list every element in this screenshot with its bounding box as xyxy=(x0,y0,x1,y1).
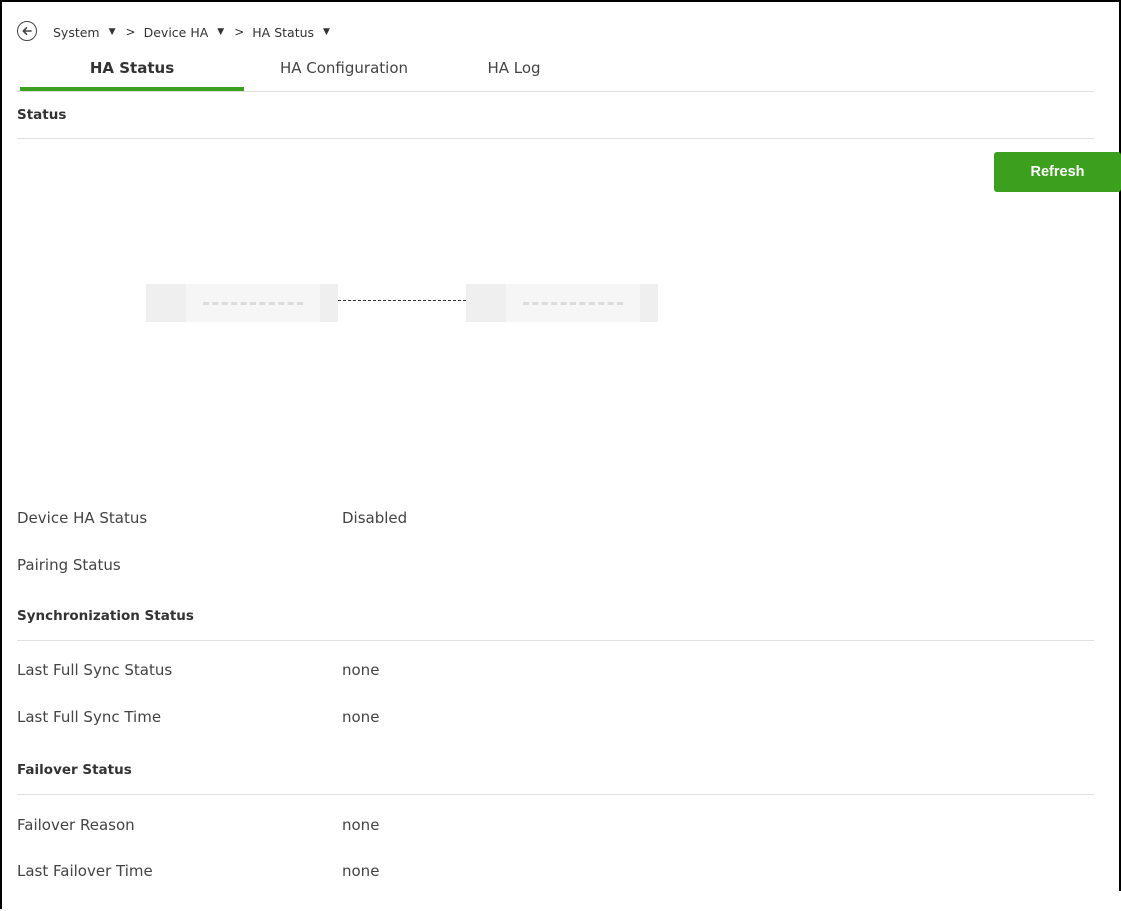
breadcrumb-device-ha[interactable]: Device HA ▼ xyxy=(144,25,225,40)
failover-reason-label: Failover Reason xyxy=(17,816,135,834)
breadcrumb-separator: > xyxy=(125,25,136,39)
section-title-status: Status xyxy=(17,107,67,123)
device-node-primary-body xyxy=(186,284,320,322)
breadcrumb-separator: > xyxy=(234,25,245,39)
device-node-secondary-body xyxy=(506,284,640,322)
caret-down-icon: ▼ xyxy=(108,27,116,37)
caret-down-icon: ▼ xyxy=(217,27,225,37)
section-divider xyxy=(17,640,1094,641)
breadcrumb-system-label: System xyxy=(53,24,100,40)
tab-bar: HA Status HA Configuration HA Log xyxy=(20,54,584,91)
section-divider xyxy=(17,138,1094,139)
caret-down-icon: ▼ xyxy=(323,27,330,37)
pairing-status-label: Pairing Status xyxy=(17,556,121,574)
tab-divider xyxy=(17,91,1094,92)
failover-reason-value: none xyxy=(342,816,380,834)
device-ha-status-value: Disabled xyxy=(342,509,408,527)
tab-ha-status[interactable]: HA Status xyxy=(20,54,244,91)
tab-ha-configuration[interactable]: HA Configuration xyxy=(244,54,444,91)
window-frame xyxy=(0,0,1119,909)
last-full-sync-time-value: none xyxy=(342,708,380,726)
last-full-sync-time-label: Last Full Sync Time xyxy=(17,708,162,726)
placeholder-dash xyxy=(203,301,303,305)
last-failover-time-label: Last Failover Time xyxy=(17,862,153,880)
breadcrumb-system[interactable]: System ▼ xyxy=(53,25,116,40)
section-divider xyxy=(17,794,1094,795)
refresh-button[interactable]: Refresh xyxy=(994,152,1121,192)
section-title-sync: Synchronization Status xyxy=(17,608,194,624)
device-ha-status-label: Device HA Status xyxy=(17,509,148,527)
last-full-sync-status-value: none xyxy=(342,661,380,679)
device-node-primary xyxy=(146,284,338,322)
breadcrumb-ha-status-label: HA Status xyxy=(252,24,315,40)
ha-link-line xyxy=(338,300,466,301)
breadcrumb-ha-status[interactable]: HA Status ▼ xyxy=(252,25,330,40)
breadcrumb: System ▼ > Device HA ▼ > HA Status ▼ xyxy=(17,20,330,48)
device-node-secondary xyxy=(466,284,658,322)
breadcrumb-device-ha-label: Device HA xyxy=(143,24,209,40)
tab-ha-log[interactable]: HA Log xyxy=(444,54,584,91)
last-failover-time-value: none xyxy=(342,862,380,880)
last-full-sync-status-label: Last Full Sync Status xyxy=(17,661,173,679)
back-arrow-icon[interactable] xyxy=(17,21,37,41)
section-title-failover: Failover Status xyxy=(17,762,132,778)
placeholder-dash xyxy=(523,301,623,305)
